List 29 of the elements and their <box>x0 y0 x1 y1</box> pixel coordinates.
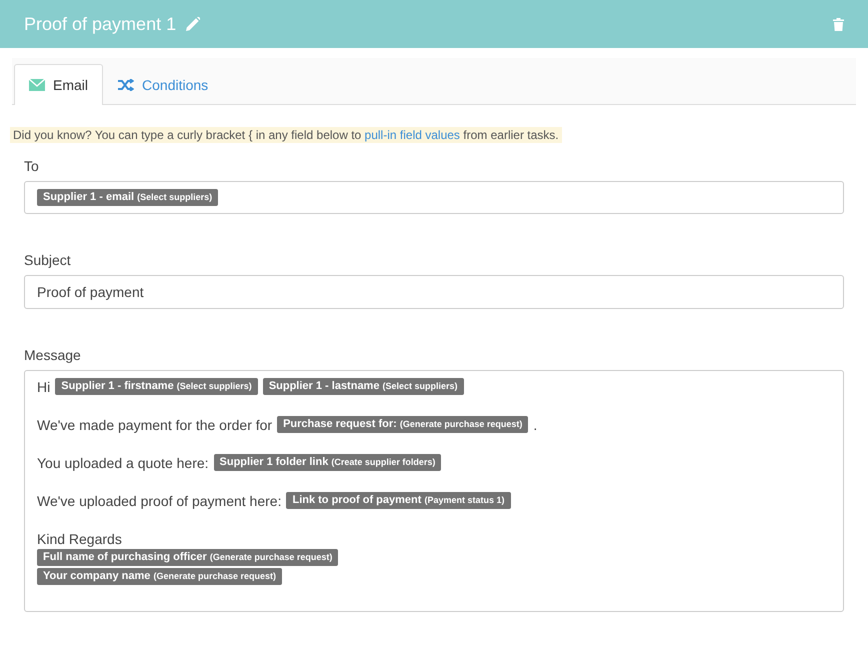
tab[interactable]: Email <box>14 64 104 105</box>
message-field[interactable] <box>24 370 844 612</box>
subject-field[interactable]: Proof of payment <box>24 275 844 309</box>
message-text: . <box>533 416 538 432</box>
field-label: To <box>24 158 39 174</box>
message-text: We've made payment for the order for <box>37 416 272 432</box>
tab[interactable]: Conditions <box>103 64 224 105</box>
message-text: Hi <box>37 378 50 394</box>
message-text: You uploaded a quote here: <box>37 454 209 470</box>
help-link[interactable]: pull-in field values <box>364 128 460 142</box>
message-text: Kind Regards <box>37 530 122 546</box>
trash-icon[interactable] <box>833 18 844 30</box>
field-tag[interactable]: Link to proof of payment (Payment status 1) <box>286 492 511 509</box>
field-tag[interactable]: Supplier 1 - lastname (Select suppliers) <box>262 378 464 395</box>
field-tag[interactable]: Full name of purchasing officer (Generate purchase request) <box>37 549 338 566</box>
shuffle-icon <box>118 79 134 91</box>
tip-text: Did you know? You can type a curly bracket { in any field below to pull-in field values from earlier tasks. <box>10 127 562 143</box>
field-label: Subject <box>24 252 71 268</box>
pencil-icon[interactable] <box>186 17 200 31</box>
field-tag[interactable]: Supplier 1 - email (Select suppliers) <box>37 189 218 206</box>
envelope-icon <box>29 79 45 91</box>
field-tag[interactable]: Your company name (Generate purchase request) <box>37 568 282 585</box>
field-tag[interactable]: Supplier 1 - firstname (Select suppliers) <box>55 378 258 395</box>
field-tag[interactable]: Purchase request for: (Generate purchase request) <box>277 416 528 433</box>
message-text: We've uploaded proof of payment here: <box>37 492 282 508</box>
recipient-field[interactable]: Supplier 1 - email (Select suppliers) <box>24 181 844 214</box>
field-label: Message <box>24 347 81 363</box>
page-title: Proof of payment 1 <box>24 14 176 34</box>
field-tag[interactable]: Supplier 1 folder link (Create supplier folders) <box>214 454 442 471</box>
